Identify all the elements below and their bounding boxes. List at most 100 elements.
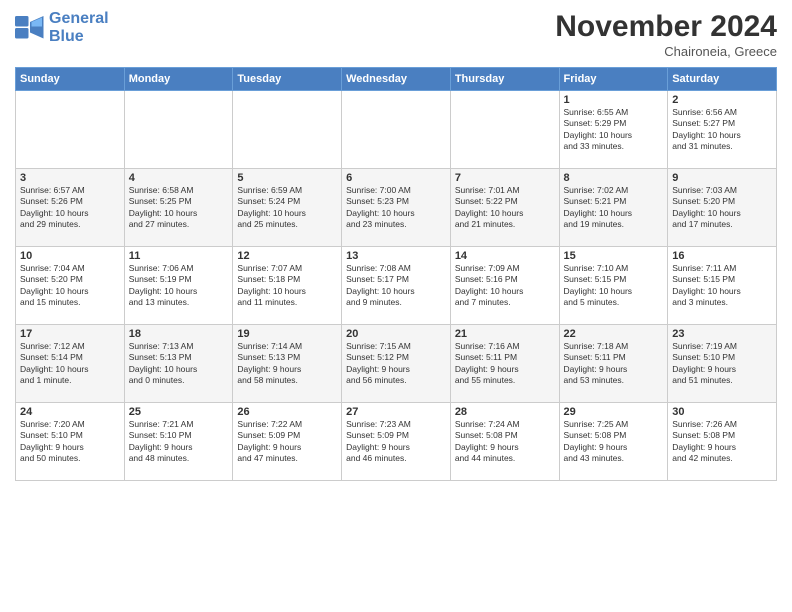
- calendar-day-cell: 2Sunrise: 6:56 AM Sunset: 5:27 PM Daylig…: [668, 91, 777, 169]
- day-info: Sunrise: 7:18 AM Sunset: 5:11 PM Dayligh…: [564, 341, 664, 387]
- day-info: Sunrise: 7:24 AM Sunset: 5:08 PM Dayligh…: [455, 419, 555, 465]
- day-info: Sunrise: 7:06 AM Sunset: 5:19 PM Dayligh…: [129, 263, 229, 309]
- day-info: Sunrise: 7:23 AM Sunset: 5:09 PM Dayligh…: [346, 419, 446, 465]
- logo-icon: [15, 16, 45, 40]
- day-info: Sunrise: 7:09 AM Sunset: 5:16 PM Dayligh…: [455, 263, 555, 309]
- calendar-day-cell: 17Sunrise: 7:12 AM Sunset: 5:14 PM Dayli…: [16, 325, 125, 403]
- day-info: Sunrise: 7:00 AM Sunset: 5:23 PM Dayligh…: [346, 185, 446, 231]
- calendar-day-cell: [124, 91, 233, 169]
- calendar-day-cell: 25Sunrise: 7:21 AM Sunset: 5:10 PM Dayli…: [124, 403, 233, 481]
- day-info: Sunrise: 7:20 AM Sunset: 5:10 PM Dayligh…: [20, 419, 120, 465]
- day-header-wednesday: Wednesday: [342, 68, 451, 91]
- logo-text: General Blue: [49, 10, 109, 45]
- day-number: 7: [455, 172, 555, 184]
- day-info: Sunrise: 7:10 AM Sunset: 5:15 PM Dayligh…: [564, 263, 664, 309]
- calendar-day-cell: 23Sunrise: 7:19 AM Sunset: 5:10 PM Dayli…: [668, 325, 777, 403]
- day-header-thursday: Thursday: [450, 68, 559, 91]
- day-number: 26: [237, 406, 337, 418]
- day-number: 4: [129, 172, 229, 184]
- day-info: Sunrise: 7:16 AM Sunset: 5:11 PM Dayligh…: [455, 341, 555, 387]
- day-info: Sunrise: 7:15 AM Sunset: 5:12 PM Dayligh…: [346, 341, 446, 387]
- day-number: 2: [672, 94, 772, 106]
- day-number: 10: [20, 250, 120, 262]
- calendar-day-cell: 18Sunrise: 7:13 AM Sunset: 5:13 PM Dayli…: [124, 325, 233, 403]
- day-number: 29: [564, 406, 664, 418]
- calendar-day-cell: 14Sunrise: 7:09 AM Sunset: 5:16 PM Dayli…: [450, 247, 559, 325]
- calendar-week-row: 3Sunrise: 6:57 AM Sunset: 5:26 PM Daylig…: [16, 169, 777, 247]
- calendar-day-cell: 30Sunrise: 7:26 AM Sunset: 5:08 PM Dayli…: [668, 403, 777, 481]
- logo: General Blue: [15, 10, 109, 45]
- day-number: 19: [237, 328, 337, 340]
- calendar-week-row: 1Sunrise: 6:55 AM Sunset: 5:29 PM Daylig…: [16, 91, 777, 169]
- day-number: 30: [672, 406, 772, 418]
- day-number: 6: [346, 172, 446, 184]
- location-subtitle: Chaironeia, Greece: [555, 44, 777, 59]
- day-info: Sunrise: 7:11 AM Sunset: 5:15 PM Dayligh…: [672, 263, 772, 309]
- day-number: 1: [564, 94, 664, 106]
- calendar-day-cell: 7Sunrise: 7:01 AM Sunset: 5:22 PM Daylig…: [450, 169, 559, 247]
- page-container: General Blue November 2024 Chaironeia, G…: [0, 0, 792, 486]
- day-number: 13: [346, 250, 446, 262]
- day-info: Sunrise: 7:08 AM Sunset: 5:17 PM Dayligh…: [346, 263, 446, 309]
- day-number: 15: [564, 250, 664, 262]
- day-info: Sunrise: 7:13 AM Sunset: 5:13 PM Dayligh…: [129, 341, 229, 387]
- calendar-day-cell: 16Sunrise: 7:11 AM Sunset: 5:15 PM Dayli…: [668, 247, 777, 325]
- day-number: 16: [672, 250, 772, 262]
- calendar-day-cell: 28Sunrise: 7:24 AM Sunset: 5:08 PM Dayli…: [450, 403, 559, 481]
- day-number: 5: [237, 172, 337, 184]
- day-info: Sunrise: 6:59 AM Sunset: 5:24 PM Dayligh…: [237, 185, 337, 231]
- calendar-day-cell: 21Sunrise: 7:16 AM Sunset: 5:11 PM Dayli…: [450, 325, 559, 403]
- day-info: Sunrise: 7:21 AM Sunset: 5:10 PM Dayligh…: [129, 419, 229, 465]
- calendar-table: SundayMondayTuesdayWednesdayThursdayFrid…: [15, 67, 777, 481]
- calendar-week-row: 17Sunrise: 7:12 AM Sunset: 5:14 PM Dayli…: [16, 325, 777, 403]
- day-header-monday: Monday: [124, 68, 233, 91]
- day-number: 24: [20, 406, 120, 418]
- day-number: 9: [672, 172, 772, 184]
- day-header-sunday: Sunday: [16, 68, 125, 91]
- calendar-day-cell: 6Sunrise: 7:00 AM Sunset: 5:23 PM Daylig…: [342, 169, 451, 247]
- calendar-day-cell: [233, 91, 342, 169]
- day-header-tuesday: Tuesday: [233, 68, 342, 91]
- day-info: Sunrise: 7:12 AM Sunset: 5:14 PM Dayligh…: [20, 341, 120, 387]
- calendar-day-cell: 4Sunrise: 6:58 AM Sunset: 5:25 PM Daylig…: [124, 169, 233, 247]
- day-number: 11: [129, 250, 229, 262]
- day-info: Sunrise: 7:22 AM Sunset: 5:09 PM Dayligh…: [237, 419, 337, 465]
- day-number: 23: [672, 328, 772, 340]
- day-info: Sunrise: 7:19 AM Sunset: 5:10 PM Dayligh…: [672, 341, 772, 387]
- calendar-day-cell: 15Sunrise: 7:10 AM Sunset: 5:15 PM Dayli…: [559, 247, 668, 325]
- day-number: 25: [129, 406, 229, 418]
- day-number: 12: [237, 250, 337, 262]
- calendar-day-cell: 13Sunrise: 7:08 AM Sunset: 5:17 PM Dayli…: [342, 247, 451, 325]
- day-number: 27: [346, 406, 446, 418]
- day-info: Sunrise: 7:26 AM Sunset: 5:08 PM Dayligh…: [672, 419, 772, 465]
- calendar-day-cell: 27Sunrise: 7:23 AM Sunset: 5:09 PM Dayli…: [342, 403, 451, 481]
- day-number: 21: [455, 328, 555, 340]
- calendar-header-row: SundayMondayTuesdayWednesdayThursdayFrid…: [16, 68, 777, 91]
- day-info: Sunrise: 6:58 AM Sunset: 5:25 PM Dayligh…: [129, 185, 229, 231]
- day-number: 22: [564, 328, 664, 340]
- calendar-day-cell: 19Sunrise: 7:14 AM Sunset: 5:13 PM Dayli…: [233, 325, 342, 403]
- day-number: 8: [564, 172, 664, 184]
- page-header: General Blue November 2024 Chaironeia, G…: [15, 10, 777, 59]
- day-info: Sunrise: 6:56 AM Sunset: 5:27 PM Dayligh…: [672, 107, 772, 153]
- calendar-day-cell: 8Sunrise: 7:02 AM Sunset: 5:21 PM Daylig…: [559, 169, 668, 247]
- calendar-day-cell: 5Sunrise: 6:59 AM Sunset: 5:24 PM Daylig…: [233, 169, 342, 247]
- calendar-day-cell: 10Sunrise: 7:04 AM Sunset: 5:20 PM Dayli…: [16, 247, 125, 325]
- calendar-day-cell: 12Sunrise: 7:07 AM Sunset: 5:18 PM Dayli…: [233, 247, 342, 325]
- day-number: 28: [455, 406, 555, 418]
- day-number: 17: [20, 328, 120, 340]
- calendar-day-cell: 26Sunrise: 7:22 AM Sunset: 5:09 PM Dayli…: [233, 403, 342, 481]
- day-number: 18: [129, 328, 229, 340]
- calendar-day-cell: 24Sunrise: 7:20 AM Sunset: 5:10 PM Dayli…: [16, 403, 125, 481]
- day-number: 20: [346, 328, 446, 340]
- day-header-friday: Friday: [559, 68, 668, 91]
- calendar-day-cell: [450, 91, 559, 169]
- day-info: Sunrise: 7:02 AM Sunset: 5:21 PM Dayligh…: [564, 185, 664, 231]
- calendar-day-cell: 22Sunrise: 7:18 AM Sunset: 5:11 PM Dayli…: [559, 325, 668, 403]
- calendar-day-cell: [342, 91, 451, 169]
- day-number: 3: [20, 172, 120, 184]
- calendar-week-row: 10Sunrise: 7:04 AM Sunset: 5:20 PM Dayli…: [16, 247, 777, 325]
- calendar-day-cell: 20Sunrise: 7:15 AM Sunset: 5:12 PM Dayli…: [342, 325, 451, 403]
- day-number: 14: [455, 250, 555, 262]
- day-info: Sunrise: 7:03 AM Sunset: 5:20 PM Dayligh…: [672, 185, 772, 231]
